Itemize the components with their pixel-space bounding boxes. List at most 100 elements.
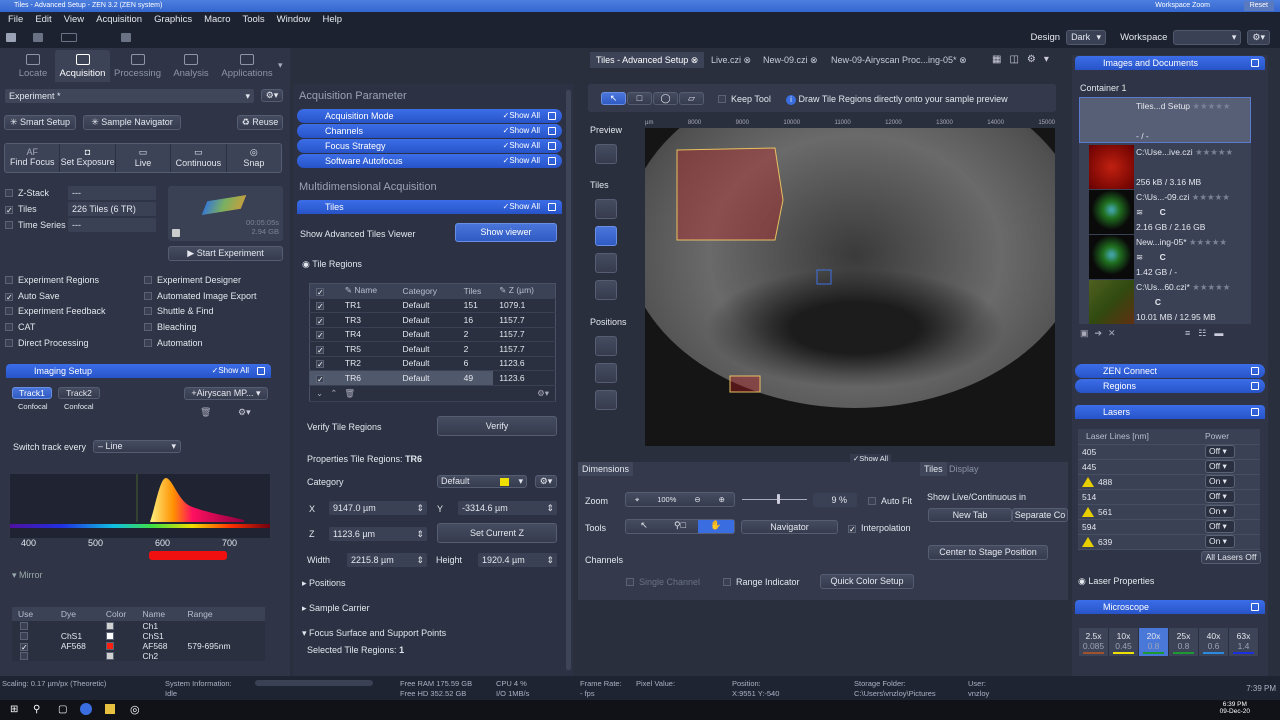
channels-header[interactable]: Channels ✓Show All: [297, 124, 562, 138]
layout-icon[interactable]: [61, 33, 77, 42]
open-icon[interactable]: [6, 33, 16, 42]
option-auto-save[interactable]: ✓ Auto Save: [5, 291, 60, 302]
mirror-section[interactable]: ▾ Mirror: [12, 570, 43, 581]
acquisition-mode-header[interactable]: Acquisition Mode ✓Show All: [297, 109, 562, 123]
design-select[interactable]: Dark ▾: [1066, 30, 1107, 45]
checkbox[interactable]: ✓: [316, 374, 324, 383]
checkbox[interactable]: [868, 497, 876, 505]
dye[interactable]: [61, 651, 106, 661]
popout-icon[interactable]: [1251, 367, 1259, 375]
objective-10x[interactable]: 10x 0.45: [1109, 628, 1139, 656]
checkbox[interactable]: [144, 276, 152, 284]
new-window-icon[interactable]: [121, 33, 131, 42]
delete-icon[interactable]: 🗑: [200, 407, 211, 418]
sample-navigator-button[interactable]: ✳ Sample Navigator: [83, 115, 181, 130]
document-item[interactable]: C:\Us...-09.czi ★★★★★: [1136, 192, 1230, 203]
zoom-buttons[interactable]: ⌖ 100% ⊖ ⊕: [625, 492, 735, 507]
power-select[interactable]: Off ▾: [1204, 460, 1235, 473]
pointer-tool[interactable]: ↖: [601, 92, 626, 105]
checkbox[interactable]: [144, 307, 152, 315]
popout-icon[interactable]: [1251, 382, 1259, 390]
color-swatch[interactable]: [105, 642, 114, 650]
checkbox[interactable]: ✓: [5, 206, 13, 215]
document-item[interactable]: Tiles...d Setup ★★★★★: [1136, 101, 1231, 112]
height-input[interactable]: 1920.4 µm ⇕: [478, 553, 557, 567]
quick-color-setup-button[interactable]: Quick Color Setup: [820, 574, 914, 589]
power-select[interactable]: Off ▾: [1204, 520, 1235, 533]
tab-applications[interactable]: Applications: [218, 50, 276, 82]
focus-strategy-header[interactable]: Focus Strategy ✓Show All: [297, 139, 562, 153]
zen-app-icon[interactable]: [80, 703, 92, 715]
find-focus-button[interactable]: AF Find Focus: [5, 144, 61, 172]
color-swatch[interactable]: [105, 652, 114, 660]
tile-regions-section[interactable]: ◉ Tile Regions: [302, 259, 362, 270]
tab-analysis[interactable]: Analysis: [165, 50, 217, 82]
checkbox[interactable]: [20, 622, 28, 630]
z-field[interactable]: 1123.6 µm ⇕: [329, 527, 427, 541]
option-direct-processing[interactable]: Direct Processing: [5, 338, 89, 348]
positions-tool-1[interactable]: [595, 336, 617, 356]
software-autofocus-header[interactable]: Software Autofocus ✓Show All: [297, 154, 562, 168]
color-swatch[interactable]: [105, 622, 114, 630]
tile-region-tr1[interactable]: [676, 147, 784, 241]
col-category[interactable]: Category: [396, 283, 458, 299]
power-select[interactable]: Off ▾: [1204, 490, 1235, 503]
tab-dimensions[interactable]: Dimensions: [578, 462, 634, 476]
menu-graphics[interactable]: Graphics: [154, 12, 192, 28]
popout-icon[interactable]: [548, 112, 556, 120]
verify-button[interactable]: Verify: [437, 416, 557, 436]
experiment-select[interactable]: Experiment * ▾: [5, 89, 254, 103]
regions-header[interactable]: Regions: [1075, 379, 1265, 393]
tiles-header[interactable]: Tiles ✓Show All: [297, 200, 562, 214]
navigator-button[interactable]: Navigator: [741, 520, 838, 534]
show-all-toggle[interactable]: ✓Show All: [503, 124, 540, 138]
middle-scrollbar[interactable]: [566, 90, 571, 670]
fit-icon[interactable]: ⌖: [635, 493, 639, 506]
color-swatch[interactable]: [105, 632, 114, 640]
objective-2-5x[interactable]: 2.5x 0.085: [1079, 628, 1109, 656]
laser-properties-section[interactable]: ◉ Laser Properties: [1078, 576, 1154, 587]
imaging-setup-header[interactable]: Imaging Setup ✓Show All: [6, 364, 271, 378]
rectangle-tool[interactable]: □: [627, 92, 652, 105]
switch-track-select[interactable]: – Line ▾: [93, 440, 181, 453]
zoom-in-icon[interactable]: ⊕: [719, 493, 725, 506]
gear-icon[interactable]: ⚙▾: [537, 388, 555, 399]
workspace-select[interactable]: ▾: [1173, 30, 1242, 45]
polygon-tool[interactable]: ▱: [679, 92, 704, 105]
checkbox[interactable]: [5, 323, 13, 331]
col-name[interactable]: ✎ Name: [338, 283, 397, 299]
center-stage-button[interactable]: Center to Stage Position: [928, 545, 1048, 560]
zoom-100-button[interactable]: 100%: [657, 493, 676, 506]
tiles-tool-4[interactable]: [595, 280, 617, 300]
tab-tiles[interactable]: Tiles: [920, 462, 947, 476]
track1-button[interactable]: Track1: [12, 387, 52, 399]
menu-tools[interactable]: Tools: [242, 12, 264, 28]
power-select[interactable]: Off ▾: [1204, 445, 1235, 458]
zoom-slider[interactable]: [742, 499, 807, 500]
checkbox[interactable]: [723, 578, 731, 586]
popout-icon[interactable]: [1251, 59, 1259, 67]
doc-tab-new-09[interactable]: New-09.czi ⊗: [757, 52, 824, 68]
option-bleaching[interactable]: Bleaching: [144, 322, 197, 332]
zstack-checkbox[interactable]: Z-Stack: [5, 188, 49, 198]
separate-container-button[interactable]: Separate Co: [1012, 508, 1068, 522]
objective-25x[interactable]: 25x 0.8: [1169, 628, 1199, 656]
y-input[interactable]: -3314.6 µm ⇕: [458, 501, 557, 515]
table-row[interactable]: ✓ TR5 Default 2 1157.7: [309, 341, 556, 357]
checkbox[interactable]: ✓: [316, 360, 324, 369]
auto-fit-checkbox[interactable]: Auto Fit: [868, 496, 912, 506]
objective-40x[interactable]: 40x 0.6: [1199, 628, 1229, 656]
close-icon[interactable]: ⊗: [691, 55, 699, 65]
close-icon[interactable]: ⊗: [810, 55, 818, 65]
pointer-icon[interactable]: ↖: [626, 520, 662, 533]
menu-file[interactable]: File: [8, 12, 23, 28]
positions-tool-2[interactable]: [595, 363, 617, 383]
zen-connect-header[interactable]: ZEN Connect: [1075, 364, 1265, 378]
clock[interactable]: 6:39 PM 09-Dec-20: [1220, 701, 1250, 715]
save-icon[interactable]: [172, 229, 180, 237]
table-row[interactable]: ✓ TR3 Default 16 1157.7: [309, 312, 556, 328]
close-icon[interactable]: ⊗: [959, 55, 967, 65]
document-item[interactable]: C:\Us...60.czi* ★★★★★: [1136, 282, 1230, 293]
positions-section[interactable]: ▸ Positions: [302, 578, 346, 589]
checkbox[interactable]: ✓: [316, 345, 324, 354]
